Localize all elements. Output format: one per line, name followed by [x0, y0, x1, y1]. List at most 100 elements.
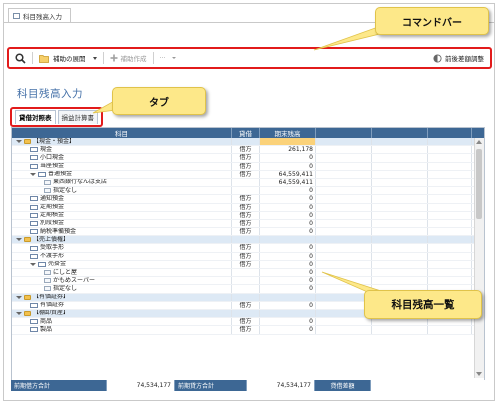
side-cell: 借方	[232, 162, 260, 170]
table-row[interactable]: 東西銀行なんば支店 64,559,411	[12, 178, 484, 188]
ending-balance-cell[interactable]: 0	[260, 228, 316, 236]
account-cell[interactable]: 有価証券	[12, 301, 232, 309]
folder-icon	[24, 311, 31, 317]
header-ending-balance[interactable]: 期末残高	[260, 128, 316, 138]
account-cell[interactable]: 指定なし	[12, 285, 232, 293]
empty-cell	[316, 252, 372, 260]
ending-balance-cell[interactable]: 0	[260, 195, 316, 203]
account-cell[interactable]: 商品	[12, 318, 232, 326]
ending-balance-cell[interactable]: 0	[260, 244, 316, 252]
account-cell[interactable]: 【売上債権】	[12, 236, 232, 244]
ending-balance-cell[interactable]: 64,559,411	[260, 178, 316, 187]
empty-cell	[428, 178, 472, 187]
table-row[interactable]: 納税準備預金 借方 0	[12, 228, 484, 237]
chevron-down-icon[interactable]	[92, 56, 97, 60]
table-row[interactable]: 指定なし 0	[12, 187, 484, 196]
expand-toggle-icon[interactable]	[30, 262, 36, 266]
table-row[interactable]: 商品 借方 0	[12, 318, 484, 327]
search-button[interactable]	[9, 49, 32, 67]
ending-balance-cell[interactable]: 0	[260, 187, 316, 195]
account-cell[interactable]: 製品	[12, 326, 232, 334]
expand-toggle-icon[interactable]	[30, 172, 36, 176]
expand-toggle-icon[interactable]	[16, 140, 22, 144]
expand-toggle-icon[interactable]	[16, 238, 22, 242]
table-row[interactable]: 現金 借方 261,178	[12, 146, 484, 155]
tab-balance-sheet[interactable]: 貸借対照表	[15, 110, 56, 124]
table-row[interactable]: 定期預金 借方 0	[12, 203, 484, 212]
account-cell[interactable]: 【棚卸資産】	[12, 309, 232, 318]
table-row[interactable]: 小口現金 借方 0	[12, 154, 484, 163]
ending-balance-cell[interactable]	[260, 138, 316, 146]
account-cell[interactable]: 別段預金	[12, 219, 232, 228]
table-row[interactable]: 別段預金 借方 0	[12, 219, 484, 229]
ending-balance-cell[interactable]: 0	[260, 301, 316, 309]
table-row[interactable]: かもめスーパー 0	[12, 277, 484, 286]
account-icon	[30, 163, 38, 169]
ending-balance-cell[interactable]: 0	[260, 260, 316, 268]
ending-balance-cell[interactable]: 0	[260, 154, 316, 162]
scroll-down-icon[interactable]	[476, 372, 482, 376]
ending-balance-cell[interactable]: 0	[260, 277, 316, 285]
account-cell[interactable]: 普通預金	[12, 170, 232, 178]
ending-balance-cell[interactable]: 0	[260, 269, 316, 277]
search-icon	[15, 52, 26, 64]
window-tab[interactable]: 科目残高入力	[8, 8, 71, 23]
ending-balance-cell[interactable]: 261,178	[260, 146, 316, 154]
table-row[interactable]: 定期積金 借方 0	[12, 211, 484, 220]
expand-toggle-icon[interactable]	[16, 295, 22, 299]
group-row[interactable]: 【売上債権】	[12, 236, 484, 245]
account-cell[interactable]: 東西銀行なんば支店	[12, 178, 232, 187]
ending-balance-cell[interactable]: 0	[260, 203, 316, 211]
empty-cell	[316, 269, 372, 277]
table-row[interactable]: 当座預金 借方 0	[12, 162, 484, 171]
account-cell[interactable]: 小口現金	[12, 154, 232, 162]
account-cell[interactable]: 指定なし	[12, 187, 232, 195]
table-row[interactable]: 受取手形 借方 0	[12, 244, 484, 253]
ending-balance-cell[interactable]: 0	[260, 219, 316, 228]
account-cell[interactable]: 当座預金	[12, 162, 232, 170]
account-cell[interactable]: 定期預金	[12, 203, 232, 211]
account-cell[interactable]: 不渡手形	[12, 252, 232, 260]
group-row[interactable]: 【現金・預金】	[12, 138, 484, 147]
tab-income-statement[interactable]: 損益計算書	[57, 110, 98, 124]
account-cell[interactable]: 定期積金	[12, 211, 232, 219]
ending-balance-cell[interactable]: 0	[260, 318, 316, 326]
table-row[interactable]: 製品 借方 0	[12, 326, 484, 335]
ending-balance-cell[interactable]: 0	[260, 162, 316, 170]
account-cell[interactable]: かもめスーパー	[12, 277, 232, 285]
more-menu-button[interactable]: ···	[154, 49, 182, 67]
table-row[interactable]: 不渡手形 借方 0	[12, 252, 484, 261]
header-account[interactable]: 科目	[12, 128, 232, 138]
account-cell[interactable]: 受取手形	[12, 244, 232, 252]
account-balance-grid: 科目 貸借 期末残高 【現金・預金】 現金 借方 261,178 小口現金 借方 0 当座預金…	[11, 127, 485, 391]
account-cell[interactable]: 売掛金	[12, 260, 232, 268]
account-cell[interactable]: 通知預金	[12, 195, 232, 203]
table-row[interactable]: にしと屋 0	[12, 269, 484, 278]
scroll-up-icon[interactable]	[476, 140, 482, 144]
create-sub-account-button[interactable]: 補助作成	[104, 49, 153, 67]
ending-balance-cell[interactable]	[260, 236, 316, 244]
table-row[interactable]: 通知預金 借方 0	[12, 195, 484, 204]
ending-balance-cell[interactable]: 0	[260, 252, 316, 260]
table-row[interactable]: 売掛金 借方 0	[12, 260, 484, 269]
ending-balance-cell[interactable]: 0	[260, 211, 316, 219]
ending-balance-cell[interactable]	[260, 293, 316, 301]
table-row[interactable]: 普通預金 借方 64,559,411	[12, 170, 484, 179]
expand-sub-accounts-button[interactable]: 補助の展開	[33, 49, 103, 67]
account-cell[interactable]: にしと屋	[12, 269, 232, 277]
account-cell[interactable]: 納税準備預金	[12, 228, 232, 236]
ending-balance-cell[interactable]: 64,559,411	[260, 170, 316, 178]
statement-tabs: 貸借対照表 損益計算書	[10, 107, 103, 127]
ending-balance-cell[interactable]	[260, 309, 316, 318]
expand-toggle-icon[interactable]	[16, 312, 22, 316]
account-cell[interactable]: 【有価証券】	[12, 293, 232, 301]
account-cell[interactable]: 【現金・預金】	[12, 138, 232, 146]
half-circle-icon	[433, 53, 442, 63]
scroll-thumb[interactable]	[476, 149, 482, 219]
header-side[interactable]: 貸借	[232, 128, 260, 138]
prior-difference-adjust-button[interactable]: 前後差額調整	[427, 49, 490, 67]
ending-balance-cell[interactable]: 0	[260, 285, 316, 293]
account-cell[interactable]: 現金	[12, 146, 232, 154]
vertical-scrollbar[interactable]	[474, 138, 484, 378]
ending-balance-cell[interactable]: 0	[260, 326, 316, 334]
